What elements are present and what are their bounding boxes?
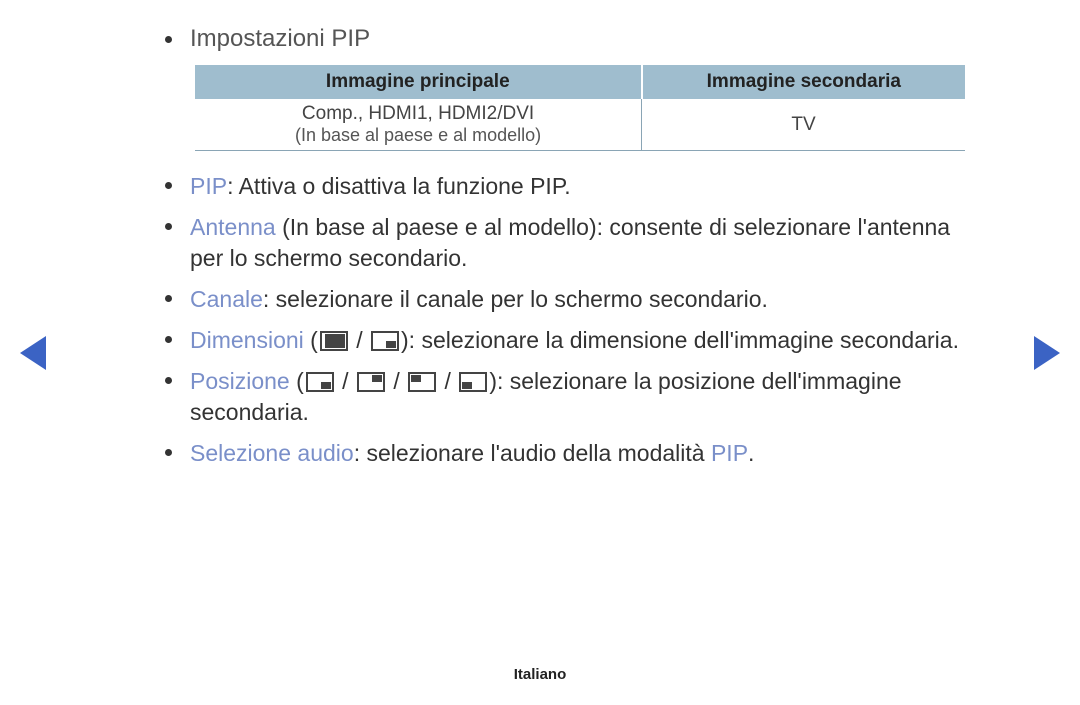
kw-dimensioni: Dimensioni bbox=[190, 327, 304, 353]
cell-main-line1: Comp., HDMI1, HDMI2/DVI bbox=[201, 103, 635, 125]
prev-page-button[interactable] bbox=[20, 336, 46, 370]
bullet-icon bbox=[165, 377, 172, 384]
kw-audio: Selezione audio bbox=[190, 440, 354, 466]
pos-bl-icon bbox=[459, 372, 487, 392]
open-paren: ( bbox=[304, 327, 318, 353]
pos-br-icon bbox=[306, 372, 334, 392]
item-pip: PIP: Attiva o disattiva la funzione PIP. bbox=[165, 171, 965, 202]
text-dimensioni: ): selezionare la dimensione dell'immagi… bbox=[401, 327, 959, 353]
kw-pip: PIP bbox=[190, 173, 227, 199]
page-title: Impostazioni PIP bbox=[190, 25, 370, 53]
bullet-icon bbox=[165, 36, 172, 43]
text-canale: : selezionare il canale per lo schermo s… bbox=[263, 286, 768, 312]
sep: / bbox=[336, 368, 355, 394]
kw-audio-pip: PIP bbox=[711, 440, 748, 466]
next-page-button[interactable] bbox=[1034, 336, 1060, 370]
cell-main-line2: (In base al paese e al modello) bbox=[201, 125, 635, 146]
size-small-icon bbox=[371, 331, 399, 351]
pip-table: Immagine principale Immagine secondaria … bbox=[195, 65, 965, 151]
tail-audio: . bbox=[748, 440, 754, 466]
bullet-icon bbox=[165, 449, 172, 456]
size-large-icon bbox=[320, 331, 348, 351]
bullet-icon bbox=[165, 182, 172, 189]
cell-secondary: TV bbox=[642, 99, 965, 151]
kw-canale: Canale bbox=[190, 286, 263, 312]
item-dimensioni: Dimensioni ( / ): selezionare la dimensi… bbox=[165, 325, 965, 356]
kw-posizione: Posizione bbox=[190, 368, 290, 394]
col-header-main: Immagine principale bbox=[195, 65, 642, 99]
pos-tl-icon bbox=[408, 372, 436, 392]
sep: / bbox=[350, 327, 369, 353]
item-posizione: Posizione ( / / / ): selezionare la posi… bbox=[165, 366, 965, 428]
text-audio: : selezionare l'audio della modalità bbox=[354, 440, 711, 466]
sep: / bbox=[387, 368, 406, 394]
col-header-secondary: Immagine secondaria bbox=[642, 65, 965, 99]
footer-language: Italiano bbox=[0, 666, 1080, 683]
open-paren: ( bbox=[290, 368, 304, 394]
item-canale: Canale: selezionare il canale per lo sch… bbox=[165, 284, 965, 315]
text-pip: : Attiva o disattiva la funzione PIP. bbox=[227, 173, 571, 199]
item-audio: Selezione audio: selezionare l'audio del… bbox=[165, 438, 965, 469]
bullet-icon bbox=[165, 336, 172, 343]
bullet-icon bbox=[165, 223, 172, 230]
page-content: Impostazioni PIP Immagine principale Imm… bbox=[165, 25, 965, 479]
kw-antenna: Antenna bbox=[190, 214, 276, 240]
bullet-icon bbox=[165, 295, 172, 302]
note-antenna: (In base al paese e al modello) bbox=[276, 214, 597, 240]
pos-tr-icon bbox=[357, 372, 385, 392]
sep: / bbox=[438, 368, 457, 394]
title-row: Impostazioni PIP bbox=[165, 25, 965, 53]
settings-list: PIP: Attiva o disattiva la funzione PIP.… bbox=[165, 171, 965, 469]
cell-main: Comp., HDMI1, HDMI2/DVI (In base al paes… bbox=[195, 99, 642, 151]
item-antenna: Antenna (In base al paese e al modello):… bbox=[165, 212, 965, 274]
